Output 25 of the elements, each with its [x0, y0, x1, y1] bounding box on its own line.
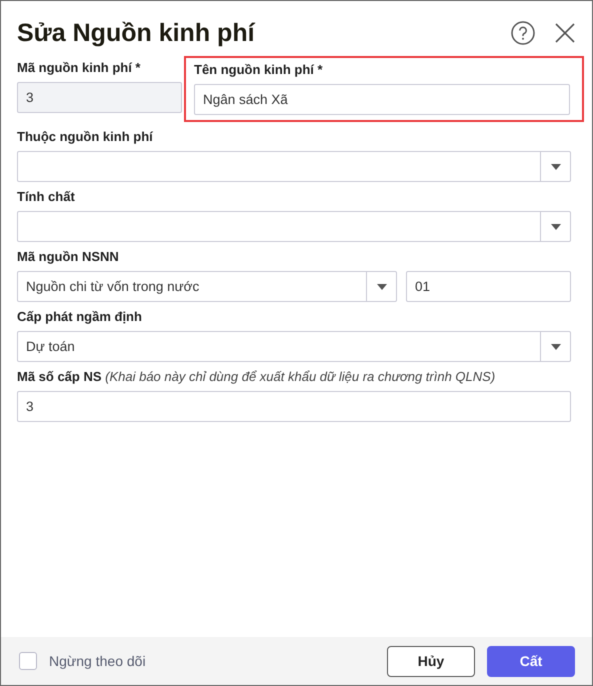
field-label: Tên nguồn kinh phí *: [194, 61, 324, 79]
dropdown-field[interactable]: Nguồn chi từ vốn trong nước: [17, 271, 397, 302]
caret-icon: [376, 284, 386, 290]
dropdown-field[interactable]: [17, 151, 571, 182]
save-button[interactable]: Cất: [487, 646, 575, 676]
field-label: Mã nguồn NSNN: [17, 248, 120, 266]
caret-icon: [550, 224, 560, 230]
field-label: Thuộc nguồn kinh phí: [17, 128, 154, 146]
name-input[interactable]: Ngân sách Xã: [194, 84, 570, 115]
checkbox-label[interactable]: Ngừng theo dõi: [49, 653, 146, 669]
code-input[interactable]: 01: [406, 271, 571, 302]
help-icon[interactable]: [510, 20, 536, 46]
field-label: Tính chất: [17, 188, 76, 206]
caret-icon: [550, 164, 560, 170]
dropdown-field[interactable]: [17, 211, 571, 242]
caret-icon: [550, 344, 560, 350]
cancel-button[interactable]: Hủy: [387, 646, 475, 676]
field-label: Mã nguồn kinh phí *: [17, 59, 142, 77]
checkbox[interactable]: [19, 652, 37, 670]
field-label: Mã số cấp NS (Khai báo này chỉ dùng để xuất khẩu dữ liệu ra chương trình QLNS): [17, 368, 496, 386]
close-icon[interactable]: [554, 22, 576, 44]
text-input[interactable]: 3: [17, 391, 571, 422]
dialog-title: Sửa Nguồn kinh phí: [17, 18, 256, 48]
field-label: Cấp phát ngầm định: [17, 308, 143, 326]
dropdown-field[interactable]: Dự toán: [17, 331, 571, 362]
